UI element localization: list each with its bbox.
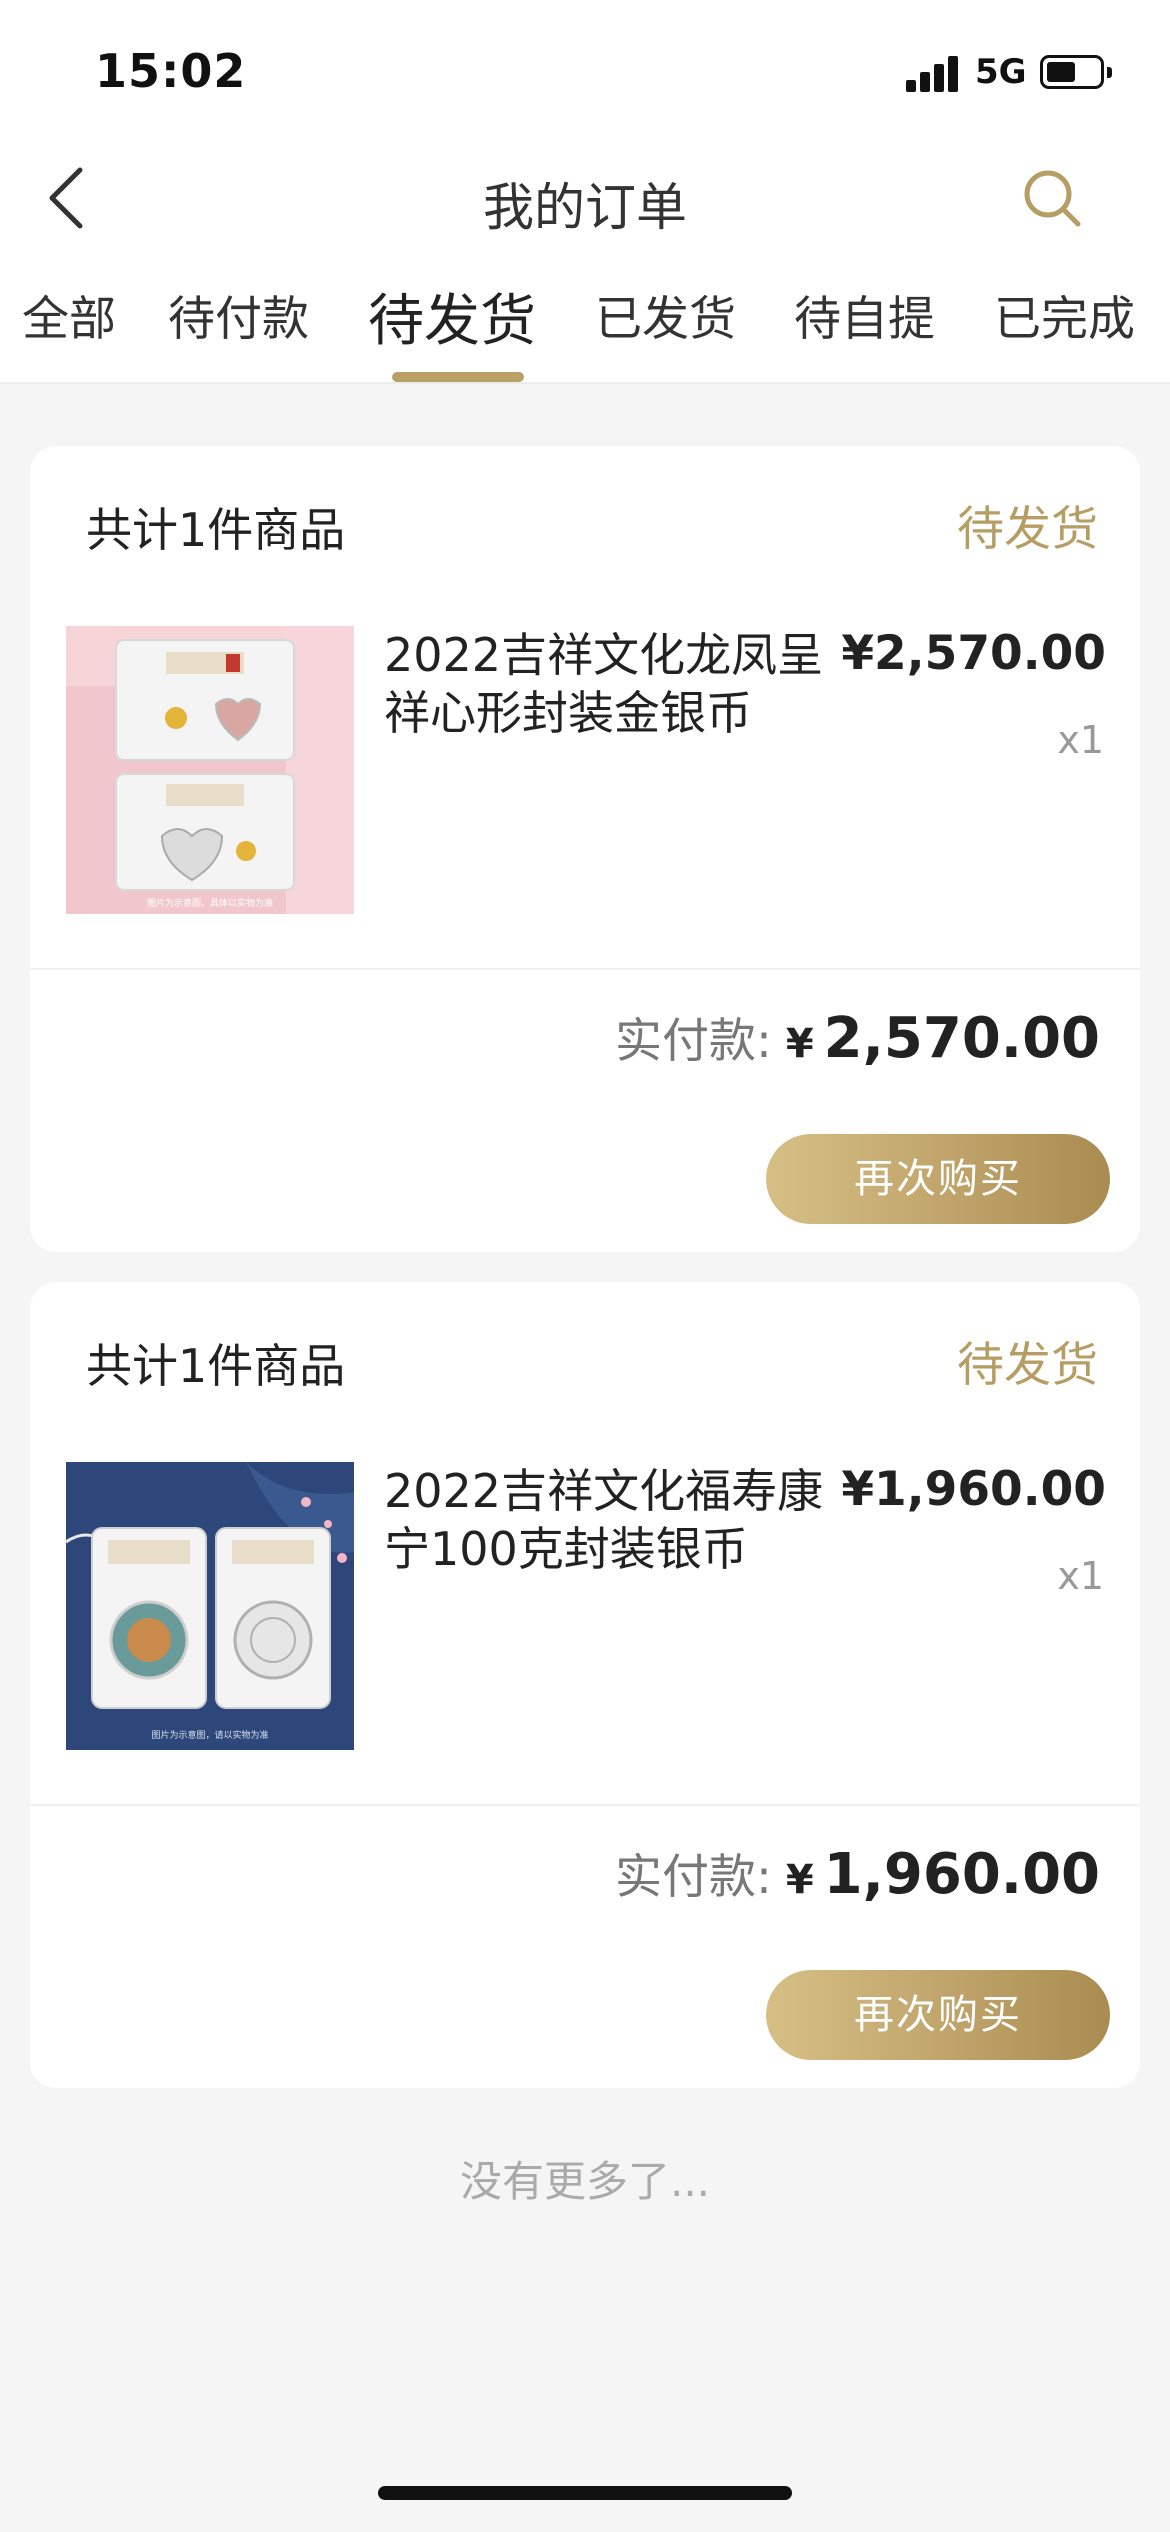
tab-pending-shipment[interactable]: 待发货 [368,276,536,357]
divider [30,968,1140,970]
order-status: 待发货 [957,502,1098,557]
search-icon [1024,170,1081,227]
item-count: 共计1件商品 [86,503,346,557]
order-status: 待发货 [957,1338,1098,1393]
order-card[interactable]: 共计1件商品 待发货 图片为示意图，请以实物为准 2022吉祥文化福寿康宁100… [30,1282,1140,2088]
product-image[interactable]: 图片为示意图，请以实物为准 [66,1462,354,1750]
product-quantity: x1 [1057,718,1104,762]
product-price: ¥1,960.00 [841,1462,1106,1517]
paid-amount: 实付款: ¥2,570.00 [615,1002,1100,1071]
order-card[interactable]: 共计1件商品 待发货 图片为示意图，具体以实物为准 2022吉祥文化龙凤呈祥心形… [30,446,1140,1252]
product-name[interactable]: 2022吉祥文化龙凤呈祥心形封装金银币 [384,626,844,742]
tab-completed[interactable]: 已完成 [994,280,1135,349]
paid-label: 实付款: [614,1850,772,1905]
no-more-text: 没有更多了... [459,2157,711,2206]
product-price: ¥2,570.00 [841,626,1106,681]
order-tabs: 全部 待付款 待发货 已发货 待自提 已完成 [0,280,1170,384]
tab-shipped[interactable]: 已发货 [595,280,736,349]
tab-all[interactable]: 全部 [22,280,116,349]
search-button[interactable] [1018,164,1088,234]
item-count: 共计1件商品 [86,1339,346,1393]
divider [30,1804,1140,1806]
product-name[interactable]: 2022吉祥文化福寿康宁100克封装银币 [384,1462,844,1578]
paid-value: 2,570.00 [823,1006,1100,1071]
active-tab-indicator [392,372,524,382]
network-label: 5G [975,52,1027,92]
status-time: 15:02 [95,44,247,98]
product-quantity: x1 [1057,1554,1104,1598]
tab-pending-pickup[interactable]: 待自提 [794,280,935,349]
battery-icon [1040,55,1112,89]
product-image[interactable]: 图片为示意图，具体以实物为准 [66,626,354,914]
tab-pending-payment[interactable]: 待付款 [168,280,309,349]
buy-again-button[interactable]: 再次购买 [766,1970,1110,2060]
buy-again-button[interactable]: 再次购买 [766,1134,1110,1224]
signal-icon [906,56,960,92]
paid-value: 1,960.00 [823,1842,1100,1907]
paid-currency: ¥ [785,1857,814,1903]
paid-label: 实付款: [614,1014,772,1069]
page-title: 我的订单 [482,179,687,238]
paid-amount: 实付款: ¥1,960.00 [615,1838,1100,1907]
paid-currency: ¥ [785,1021,814,1067]
image-caption: 图片为示意图，请以实物为准 [151,1729,268,1741]
home-indicator[interactable] [378,2486,792,2500]
image-caption: 图片为示意图，具体以实物为准 [147,897,273,909]
